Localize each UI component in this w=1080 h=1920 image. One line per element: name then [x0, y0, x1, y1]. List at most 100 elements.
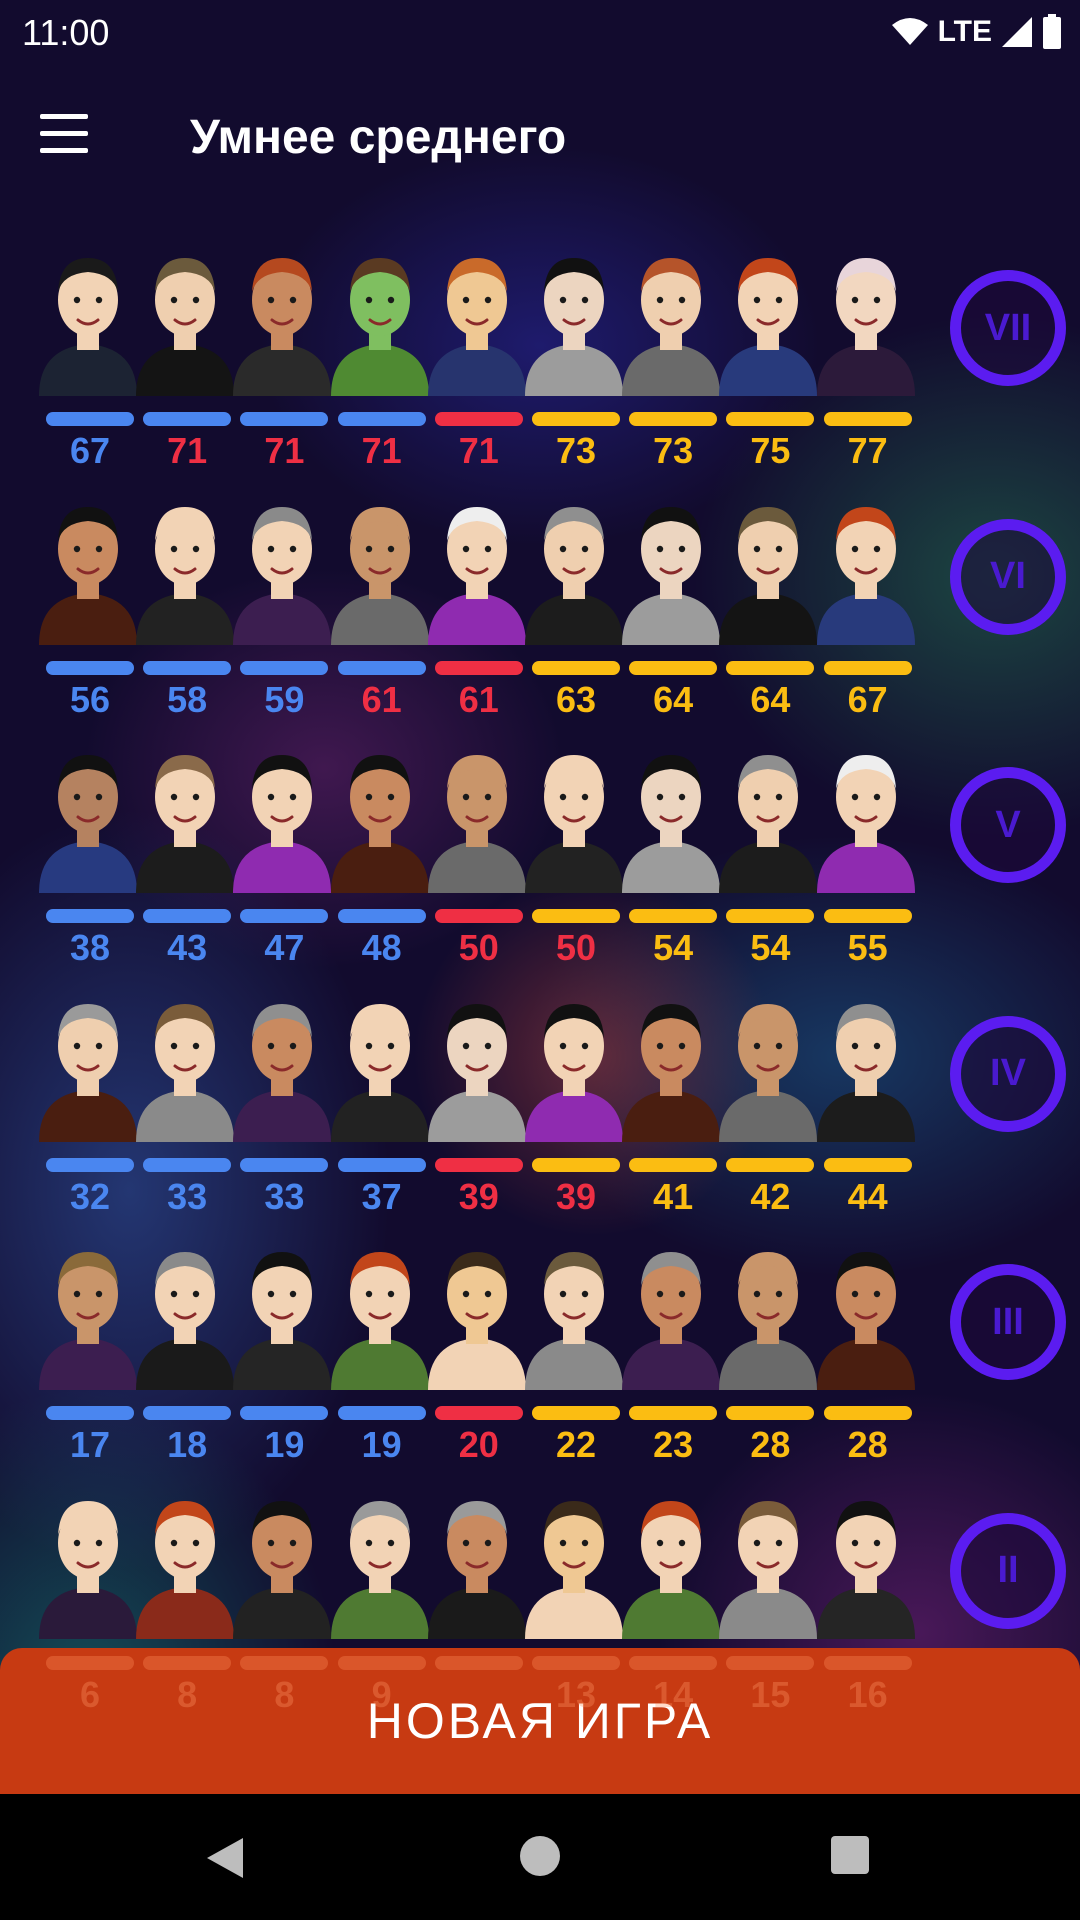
network-type: LTE [937, 15, 992, 48]
player-avatar [33, 240, 143, 396]
player-avatar [130, 1483, 240, 1639]
player-avatar [227, 489, 337, 645]
player-avatar [713, 1234, 823, 1390]
level-badge: III [950, 1264, 1066, 1380]
back-icon[interactable] [205, 1836, 245, 1880]
player-avatar [616, 1483, 726, 1639]
score-bar [434, 412, 523, 426]
score-value: 61 [458, 678, 499, 720]
player-avatar [811, 240, 921, 396]
score-value: 63 [555, 678, 597, 720]
score-value: 23 [653, 1424, 694, 1465]
score-value: 44 [847, 1175, 888, 1217]
player-avatar [227, 737, 337, 893]
app-bar: Умнее среднего [0, 64, 1080, 214]
score-bar [240, 909, 329, 923]
level-row: 67 71 71 71 71 73 73 75 77 VII [0, 240, 1080, 488]
score-bar [46, 1157, 134, 1172]
score-value: 17 [69, 1424, 111, 1465]
hamburger-menu-icon[interactable] [40, 114, 100, 164]
score-value: 50 [555, 927, 597, 968]
score-value: 71 [167, 430, 208, 471]
score-bar [726, 909, 815, 923]
status-time: 11:00 [22, 12, 110, 53]
score-bar [240, 412, 329, 426]
score-bar [434, 909, 523, 923]
level-row: 56 58 59 61 61 63 64 64 67 VI [0, 489, 1080, 737]
score-value: 42 [750, 1175, 791, 1217]
score-bar [337, 909, 426, 923]
player-avatar [713, 489, 823, 645]
score-bar [143, 1406, 232, 1420]
player-avatar [616, 737, 726, 893]
player-avatar [616, 240, 726, 396]
player-avatar [519, 1483, 629, 1639]
score-bar [726, 660, 815, 675]
level-row: 17 18 19 19 20 22 23 28 28 III [0, 1234, 1080, 1482]
score-value: 67 [69, 430, 111, 471]
score-bar [726, 412, 815, 426]
player-avatar [130, 240, 240, 396]
score-bar [143, 412, 232, 426]
player-avatar [325, 1234, 435, 1390]
player-avatar [519, 489, 629, 645]
score-bar [240, 1157, 329, 1172]
score-bar [46, 412, 134, 426]
score-bar [143, 660, 232, 675]
score-bar [240, 1406, 329, 1420]
score-bar [337, 1406, 426, 1420]
score-bar [532, 660, 620, 675]
score-bar [629, 412, 718, 426]
player-avatar [422, 489, 532, 645]
new-game-button[interactable]: НОВАЯ ИГРА [0, 1648, 1080, 1794]
score-value: 38 [69, 927, 111, 968]
score-value: 18 [167, 1424, 208, 1465]
player-avatar [130, 986, 240, 1142]
player-avatar [227, 986, 337, 1142]
score-bar [434, 1406, 523, 1420]
score-bar [532, 412, 620, 426]
battery-icon [1043, 14, 1061, 49]
player-avatar [33, 1483, 143, 1639]
player-avatar [713, 986, 823, 1142]
score-value: 55 [847, 927, 888, 968]
player-avatar [713, 1483, 823, 1639]
score-value: 47 [264, 927, 305, 968]
player-avatar [227, 1483, 337, 1639]
score-value: 50 [458, 927, 499, 968]
status-bar: 11:00 LTE [0, 0, 1080, 64]
avatar-strip [33, 1483, 923, 1639]
score-bar [823, 1406, 912, 1420]
player-avatar [519, 1234, 629, 1390]
home-icon[interactable] [520, 1836, 560, 1876]
score-value: 37 [361, 1175, 402, 1217]
player-avatar [519, 986, 629, 1142]
score-value: 67 [847, 678, 888, 720]
score-bar [823, 1157, 912, 1172]
avatar-strip [33, 1234, 923, 1390]
system-nav-bar [0, 1794, 1080, 1920]
player-avatar [811, 489, 921, 645]
player-avatar [325, 240, 435, 396]
player-avatar [811, 737, 921, 893]
score-value: 39 [458, 1175, 499, 1217]
player-avatar [422, 986, 532, 1142]
score-value: 41 [653, 1175, 694, 1217]
recents-icon[interactable] [831, 1836, 869, 1874]
score-value: 54 [653, 927, 694, 968]
level-badge: II [950, 1512, 1066, 1629]
avatar-strip [33, 737, 923, 893]
score-value: 77 [847, 430, 888, 471]
score-value: 54 [750, 927, 791, 968]
score-bar [532, 909, 620, 923]
score-bar [823, 412, 912, 426]
score-value: 61 [361, 678, 402, 720]
player-avatar [33, 1234, 143, 1390]
level-row: 38 43 47 48 50 50 54 54 55 V [0, 737, 1080, 985]
player-avatar [227, 240, 337, 396]
score-value: 43 [167, 927, 208, 968]
wifi-icon [891, 18, 928, 45]
player-avatar [811, 986, 921, 1142]
avatar-strip [33, 489, 923, 645]
player-avatar [325, 1483, 435, 1639]
